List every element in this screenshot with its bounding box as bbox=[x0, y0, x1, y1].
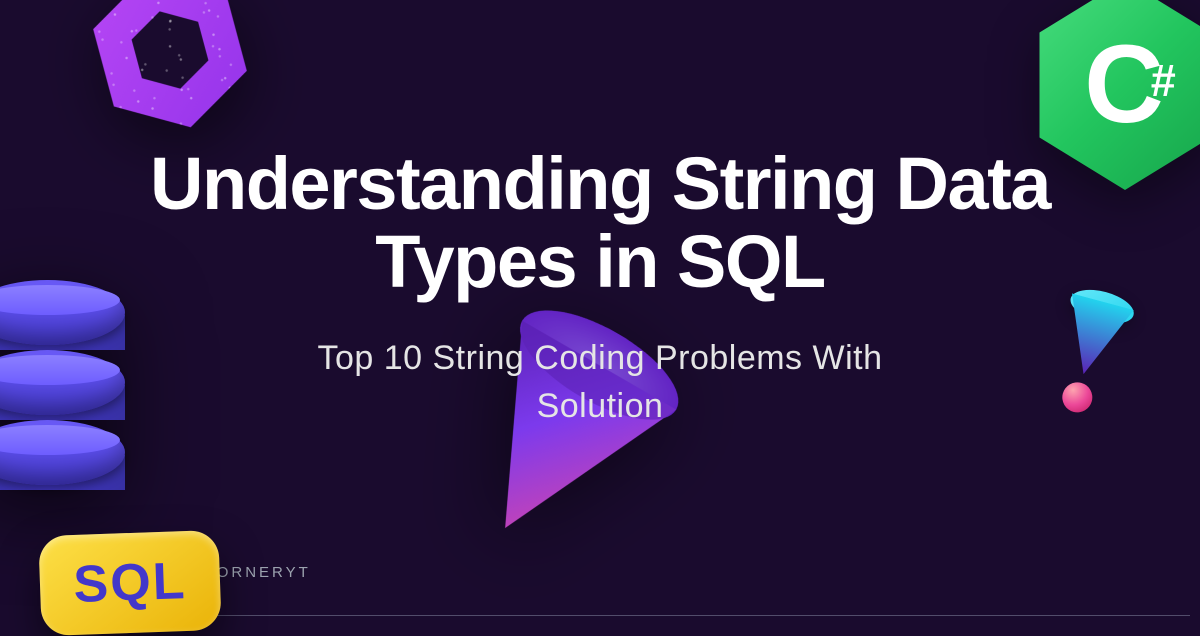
csharp-c-letter: C bbox=[1084, 30, 1158, 140]
sql-badge-label: SQL bbox=[73, 551, 188, 615]
main-title: Understanding String Data Types in SQL bbox=[100, 145, 1100, 300]
cone-decoration bbox=[407, 278, 713, 587]
hexagon-decoration bbox=[72, 0, 268, 148]
csharp-hash-symbol: # bbox=[1151, 58, 1176, 103]
sql-badge-icon: SQL bbox=[38, 530, 221, 636]
funnel-decoration bbox=[1036, 282, 1144, 419]
database-stack-icon bbox=[0, 280, 170, 490]
footer-divider bbox=[70, 615, 1190, 617]
subtitle: Top 10 String Coding Problems With Solut… bbox=[280, 335, 920, 430]
